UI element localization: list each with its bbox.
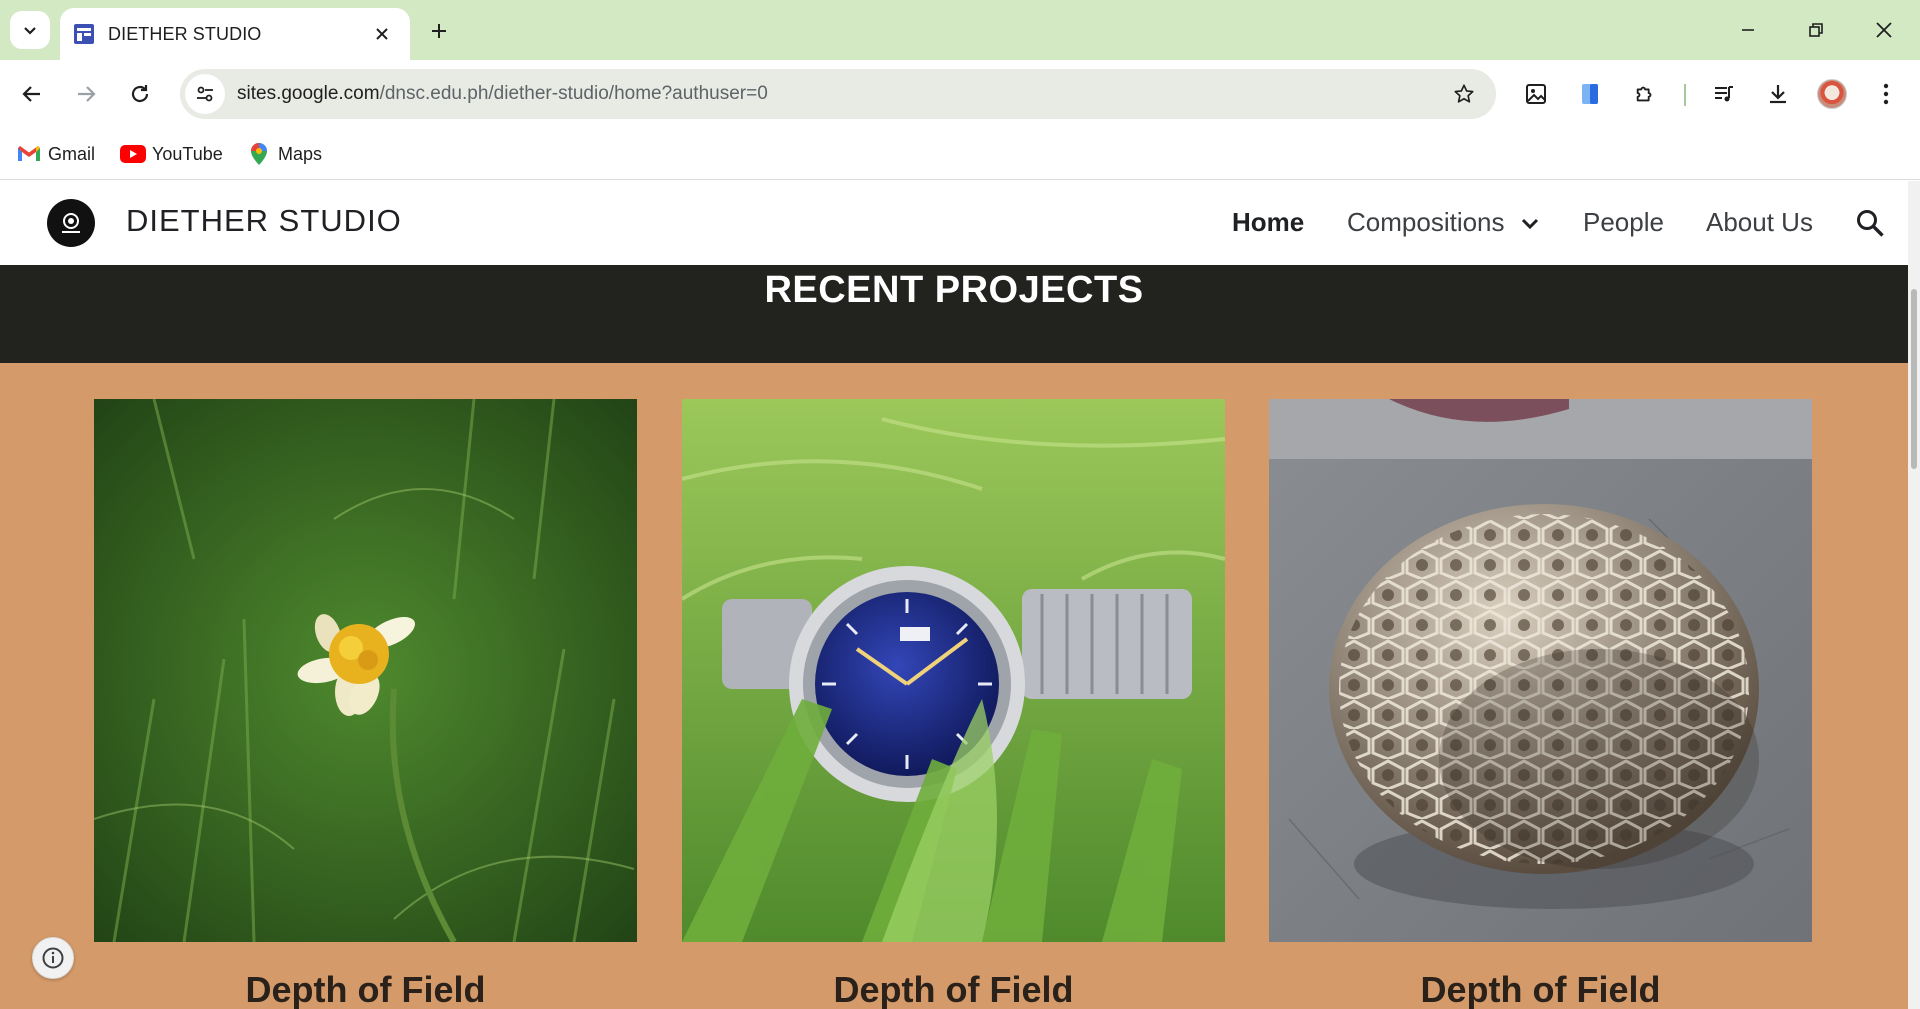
nav-compositions[interactable]: Compositions (1347, 207, 1505, 238)
forward-button[interactable] (68, 76, 104, 112)
star-icon (1454, 84, 1474, 103)
wristwatch-in-grass-photo (682, 399, 1225, 942)
bookmark-youtube[interactable]: YouTube (120, 138, 223, 170)
google-sites-icon (72, 22, 96, 46)
site-title[interactable]: DIETHER STUDIO (126, 203, 402, 239)
page-viewport: DIETHER STUDIO Home Compositions People … (0, 181, 1908, 1009)
profile-avatar[interactable] (1817, 79, 1847, 109)
bookmark-label: Gmail (48, 143, 96, 164)
tab-strip: DIETHER STUDIO (0, 0, 1920, 60)
media-controls-button[interactable] (1706, 76, 1742, 112)
url-path: /dnsc.edu.ph/diether-studio/home?authuse… (379, 83, 768, 104)
project-caption: Depth of Field (245, 969, 486, 1009)
minimize-icon (1742, 29, 1754, 31)
nav-about-us[interactable]: About Us (1706, 207, 1813, 238)
chevron-down-icon (24, 27, 36, 35)
maps-icon (246, 143, 272, 165)
close-window-button[interactable] (1860, 10, 1908, 50)
camera-logo-icon (62, 213, 80, 233)
youtube-icon (120, 143, 146, 165)
close-icon (1876, 22, 1892, 38)
reload-icon (131, 85, 149, 103)
more-vert-icon (1883, 83, 1889, 105)
back-button[interactable] (14, 76, 50, 112)
tab-title: DIETHER STUDIO (108, 23, 262, 44)
arrow-left-icon (22, 86, 40, 102)
site-header: DIETHER STUDIO Home Compositions People … (0, 181, 1908, 265)
restore-icon (1809, 23, 1823, 37)
browser-menu-button[interactable] (1868, 76, 1904, 112)
tune-icon (197, 86, 213, 102)
page-scrollbar[interactable] (1908, 181, 1920, 1009)
project-caption: Depth of Field (833, 969, 1074, 1009)
plus-icon (432, 24, 446, 38)
minimize-button[interactable] (1724, 10, 1772, 50)
address-bar[interactable]: sites.google.com/dnsc.edu.ph/diether-stu… (180, 69, 1496, 119)
project-image-coral[interactable] (1269, 399, 1812, 942)
gmail-icon (16, 143, 42, 165)
arrow-right-icon (78, 86, 96, 102)
toolbar-separator (1684, 84, 1686, 106)
new-tab-button[interactable] (422, 14, 456, 48)
bookmarks-bar: Gmail YouTube Maps (0, 128, 1920, 180)
site-logo[interactable] (47, 199, 95, 247)
bookmark-star-button[interactable] (1446, 76, 1482, 112)
reload-button[interactable] (122, 76, 158, 112)
info-icon (42, 947, 64, 969)
tab-search-button[interactable] (10, 11, 50, 49)
translate-icon (1582, 84, 1598, 104)
bookmark-maps[interactable]: Maps (246, 138, 322, 170)
project-image-flower[interactable] (94, 399, 637, 942)
bookmark-label: YouTube (152, 143, 223, 164)
url-host: sites.google.com (237, 83, 380, 104)
search-icon[interactable] (1854, 207, 1886, 239)
section-title: RECENT PROJECTS (764, 269, 1144, 311)
image-icon (1526, 84, 1546, 104)
coral-fossil-photo (1269, 399, 1812, 942)
restore-button[interactable] (1792, 10, 1840, 50)
active-tab[interactable]: DIETHER STUDIO (60, 8, 410, 60)
yellow-flower-in-grass-photo (94, 399, 637, 942)
nav-home[interactable]: Home (1232, 207, 1304, 238)
image-search-button[interactable] (1518, 76, 1554, 112)
chevron-down-icon[interactable] (1520, 214, 1540, 234)
translate-extension-button[interactable] (1572, 76, 1608, 112)
project-image-watch[interactable] (682, 399, 1225, 942)
nav-people[interactable]: People (1583, 207, 1664, 238)
extensions-button[interactable] (1627, 76, 1663, 112)
download-icon (1770, 85, 1786, 104)
site-info-fab[interactable] (32, 937, 74, 979)
project-caption: Depth of Field (1420, 969, 1661, 1009)
puzzle-icon (1636, 86, 1652, 102)
queue-music-icon (1715, 86, 1733, 102)
close-tab-icon[interactable] (370, 22, 394, 46)
bookmark-label: Maps (278, 143, 323, 164)
url-text[interactable]: sites.google.com/dnsc.edu.ph/diether-stu… (237, 83, 1446, 105)
bookmark-gmail[interactable]: Gmail (16, 138, 95, 170)
scrollbar-thumb[interactable] (1911, 289, 1917, 469)
site-info-button[interactable] (185, 74, 225, 114)
browser-toolbar: sites.google.com/dnsc.edu.ph/diether-stu… (0, 60, 1920, 128)
downloads-button[interactable] (1760, 76, 1796, 112)
